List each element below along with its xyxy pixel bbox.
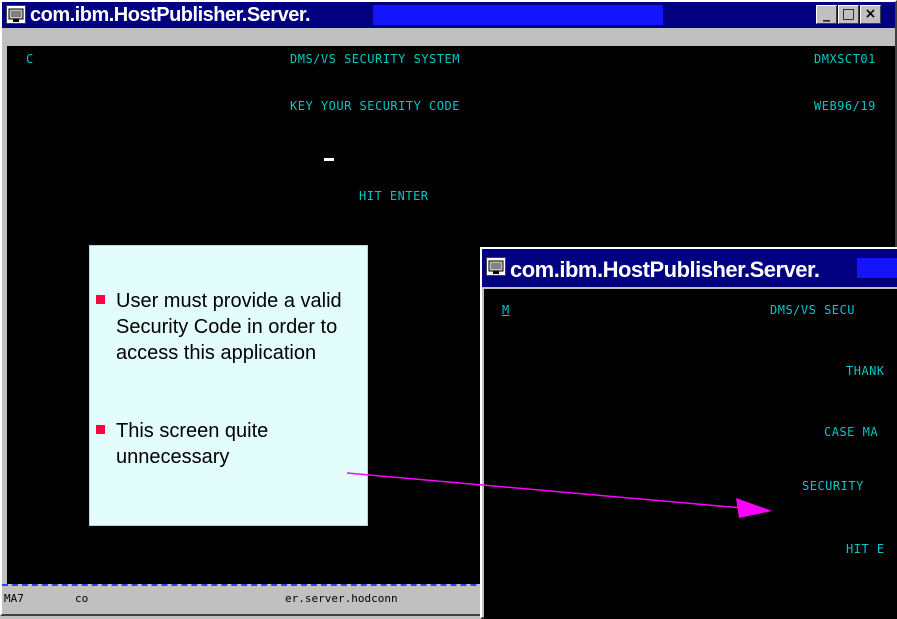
second-terminal-screen[interactable]: M DMS/VS SECU THANK CASE MA SECURITY HIT… xyxy=(484,289,897,619)
callout-bullet-2: This screen quite unnecessary xyxy=(96,418,316,470)
status-mid: co xyxy=(75,592,89,605)
terminal-row1-right: DMXSCT01 xyxy=(814,52,876,66)
second-window: com.ibm.HostPublisher.Server. M DMS/VS S… xyxy=(480,247,897,619)
callout-box: User must provide a valid Security Code … xyxy=(89,245,368,526)
second-title-selection-highlight xyxy=(857,258,897,278)
second-row1-center: DMS/VS SECU xyxy=(770,303,855,317)
status-right: er.server.hodconn xyxy=(285,592,398,605)
second-window-titlebar[interactable]: com.ibm.HostPublisher.Server. xyxy=(482,249,897,287)
second-row4: SECURITY xyxy=(802,479,864,493)
minimize-button[interactable]: _ xyxy=(816,5,837,24)
input-cursor[interactable] xyxy=(324,158,334,161)
callout-bullet-1-text: User must provide a valid Security Code … xyxy=(116,290,342,364)
terminal-row1-left: C xyxy=(26,52,34,66)
bullet-marker-icon xyxy=(96,295,105,304)
callout-bullet-1: User must provide a valid Security Code … xyxy=(96,288,366,366)
maximize-button[interactable]: □ xyxy=(838,5,859,24)
second-app-icon[interactable] xyxy=(486,257,506,276)
app-icon[interactable] xyxy=(6,5,26,24)
second-row3: CASE MA xyxy=(824,425,879,439)
hit-enter-prompt: HIT ENTER xyxy=(359,189,429,203)
title-selection-highlight xyxy=(373,5,663,25)
window-title: com.ibm.HostPublisher.Server. xyxy=(30,4,311,26)
terminal-row2-center: KEY YOUR SECURITY CODE xyxy=(290,99,460,113)
callout-bullet-2-text: This screen quite unnecessary xyxy=(116,420,269,468)
second-row5: HIT E xyxy=(846,542,885,556)
second-row1-left: M xyxy=(502,303,510,317)
main-window-titlebar[interactable]: com.ibm.HostPublisher.Server. _ □ × xyxy=(2,2,895,28)
terminal-row1-center: DMS/VS SECURITY SYSTEM xyxy=(290,52,460,66)
bullet-marker-icon xyxy=(96,425,105,434)
close-button[interactable]: × xyxy=(860,5,881,24)
terminal-row2-right: WEB96/19 xyxy=(814,99,876,113)
second-row2: THANK xyxy=(846,364,885,378)
status-left: MA7 xyxy=(4,592,24,605)
second-window-title: com.ibm.HostPublisher.Server. xyxy=(510,257,820,282)
